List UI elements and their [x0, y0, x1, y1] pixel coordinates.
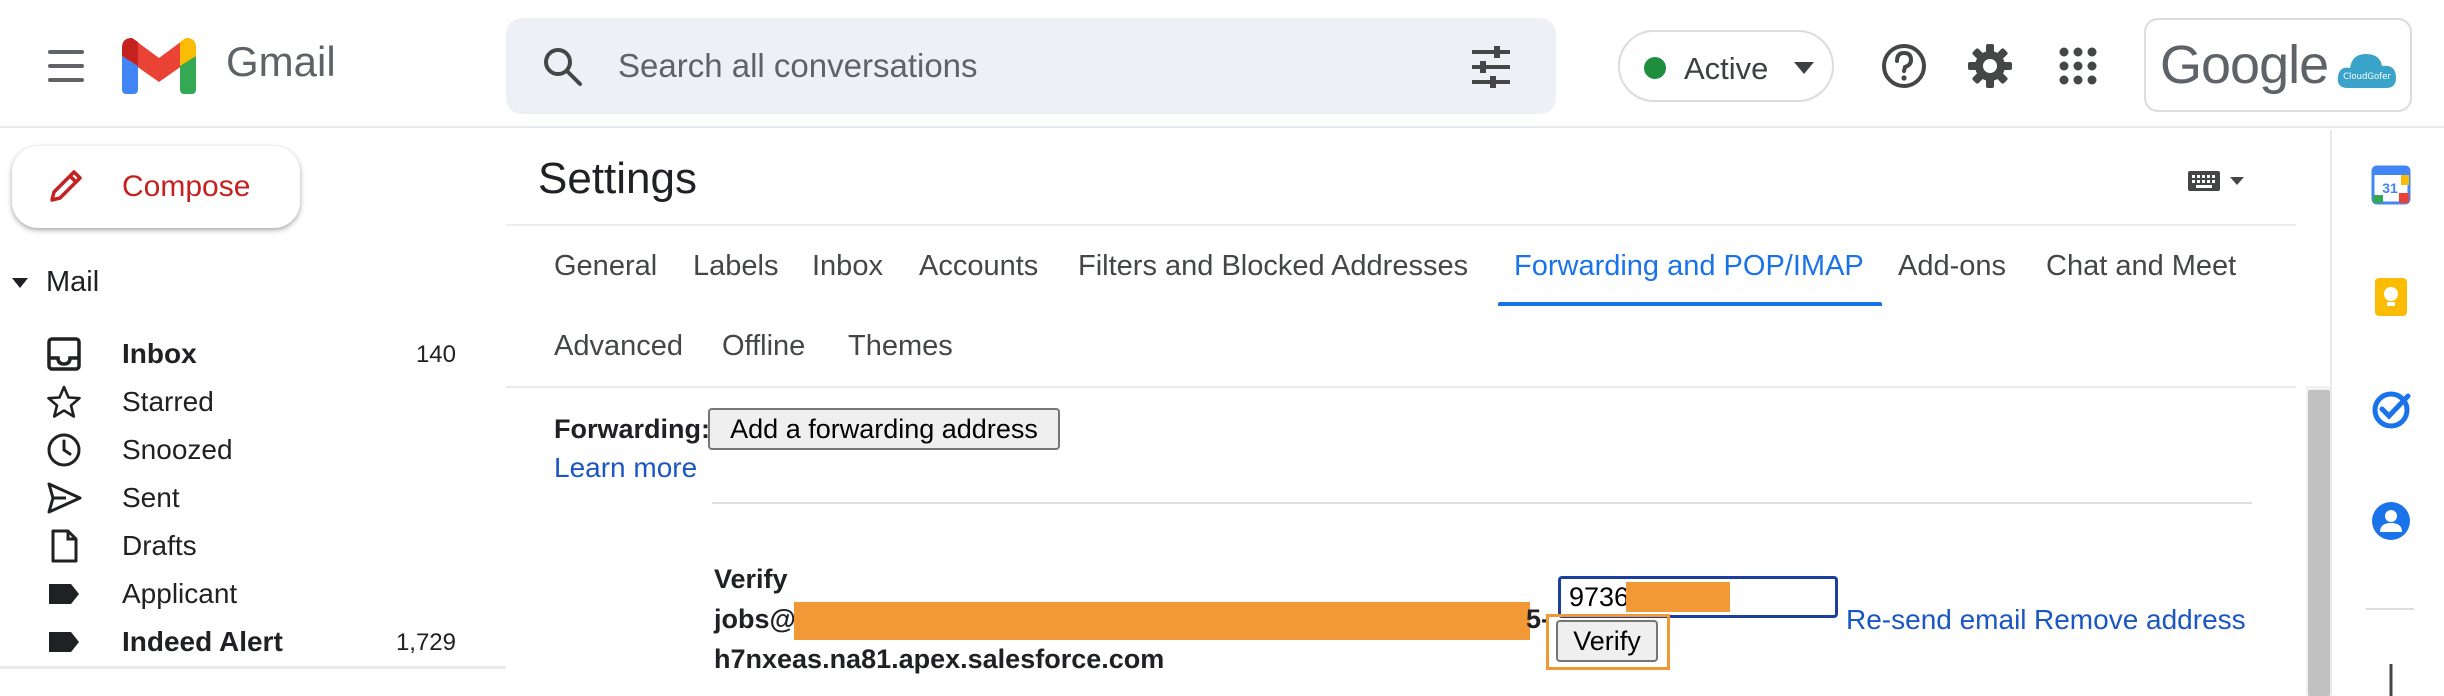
mail-section-label: Mail: [46, 266, 100, 298]
search-options-icon[interactable]: [1468, 44, 1514, 90]
calendar-icon[interactable]: 31: [2370, 164, 2412, 206]
nav-item-starred[interactable]: Starred: [0, 378, 500, 426]
google-logo-text: Google: [2160, 35, 2329, 95]
tab-filters[interactable]: Filters and Blocked Addresses: [1078, 250, 1468, 283]
inbox-icon: [47, 337, 81, 371]
forwarding-label: Forwarding:: [554, 414, 710, 444]
caret-down-icon: [2230, 177, 2244, 185]
status-label: Active: [1684, 51, 1769, 86]
tab-labels[interactable]: Labels: [693, 250, 778, 283]
verify-button[interactable]: Verify: [1556, 620, 1658, 662]
cloudgofer-badge-text: CloudGofer: [2343, 72, 2391, 82]
top-bar: Gmail Active: [0, 0, 2444, 128]
tabs-top-divider: [506, 224, 2296, 226]
forwarding-email-domain: h7nxeas.na81.apex.salesforce.com: [714, 644, 1165, 674]
contacts-icon[interactable]: [2370, 500, 2412, 542]
nav-item-label: Starred: [122, 386, 214, 417]
tabs-bottom-divider: [506, 386, 2296, 388]
status-selector[interactable]: Active: [1618, 30, 1834, 102]
nav-item-inbox[interactable]: Inbox 140: [0, 330, 500, 378]
label-icon: [49, 584, 79, 604]
search-bar: [506, 18, 1556, 114]
nav-item-label: Sent: [122, 482, 180, 513]
nav-item-label: Inbox: [122, 338, 197, 369]
side-panel-divider: [2366, 608, 2414, 610]
apps-grid-icon[interactable]: [2052, 40, 2104, 92]
help-icon[interactable]: [1878, 40, 1930, 92]
keep-icon[interactable]: [2370, 276, 2412, 318]
nav-item-label: Drafts: [122, 530, 197, 561]
label-icon: [49, 632, 79, 652]
draft-icon: [51, 529, 78, 563]
clock-icon: [47, 433, 81, 467]
input-tools-keyboard-icon[interactable]: [2186, 166, 2248, 196]
get-add-ons-plus-icon[interactable]: [2376, 654, 2406, 696]
gmail-logo-icon[interactable]: [122, 36, 196, 94]
collapse-triangle-icon: [12, 278, 28, 288]
nav-item-label: Indeed Alert: [122, 626, 283, 657]
compose-button[interactable]: Compose: [12, 146, 300, 228]
page-title: Settings: [538, 154, 697, 203]
main-menu-button[interactable]: [40, 40, 92, 92]
tasks-icon[interactable]: [2370, 388, 2412, 430]
tab-inbox[interactable]: Inbox: [812, 250, 883, 283]
scrollbar-thumb[interactable]: [2308, 390, 2330, 696]
redaction-block: [794, 602, 1530, 640]
tab-forwarding-pop-imap[interactable]: Forwarding and POP/IMAP: [1514, 250, 1864, 283]
nav-item-drafts[interactable]: Drafts: [0, 522, 500, 570]
menu-icon-bar: [48, 64, 84, 68]
star-icon: [47, 385, 81, 418]
nav-item-applicant[interactable]: Applicant: [0, 570, 500, 618]
pencil-icon: [50, 170, 82, 202]
verify-heading: Verify: [714, 564, 788, 594]
send-icon: [47, 482, 82, 514]
resend-email-link[interactable]: Re-send email: [1846, 604, 2027, 636]
nav-item-sent[interactable]: Sent: [0, 474, 500, 522]
cloudgofer-badge-icon: CloudGofer: [2337, 54, 2396, 88]
tab-chat-and-meet[interactable]: Chat and Meet: [2046, 250, 2236, 283]
menu-icon-bar: [48, 78, 84, 82]
status-dot-icon: [1644, 57, 1666, 79]
nav-item-snoozed[interactable]: Snoozed: [0, 426, 500, 474]
tab-accounts[interactable]: Accounts: [919, 250, 1038, 283]
caret-down-icon: [1794, 62, 1814, 74]
nav-item-label: Applicant: [122, 578, 238, 609]
tab-themes[interactable]: Themes: [848, 330, 953, 363]
gear-icon[interactable]: [1964, 40, 2016, 92]
account-switcher[interactable]: Google CloudGofer: [2144, 18, 2412, 112]
unread-count: 140: [415, 341, 456, 368]
nav-item-indeed-alert[interactable]: Indeed Alert 1,729: [0, 618, 500, 666]
menu-icon: [48, 50, 84, 54]
active-tab-indicator: [1498, 302, 1882, 306]
app-brand-name: Gmail: [226, 38, 336, 85]
add-forwarding-address-button[interactable]: Add a forwarding address: [708, 408, 1060, 450]
tab-offline[interactable]: Offline: [722, 330, 805, 363]
unread-count: 1,729: [395, 629, 456, 656]
verification-code-input[interactable]: [1558, 576, 1838, 618]
remove-address-link[interactable]: Remove address: [2034, 604, 2246, 636]
nav-item-label: Snoozed: [122, 434, 233, 465]
search-input[interactable]: [618, 40, 1418, 92]
learn-more-link[interactable]: Learn more: [554, 452, 697, 484]
tab-add-ons[interactable]: Add-ons: [1898, 250, 2006, 283]
search-icon[interactable]: [540, 44, 584, 88]
tab-advanced[interactable]: Advanced: [554, 330, 683, 363]
section-divider: [712, 502, 2252, 504]
forwarding-email-prefix: jobs@: [714, 604, 796, 634]
compose-label: Compose: [122, 170, 251, 203]
tab-general[interactable]: General: [554, 250, 657, 283]
nav-divider: [0, 666, 506, 669]
svg-text:31: 31: [2382, 180, 2398, 196]
